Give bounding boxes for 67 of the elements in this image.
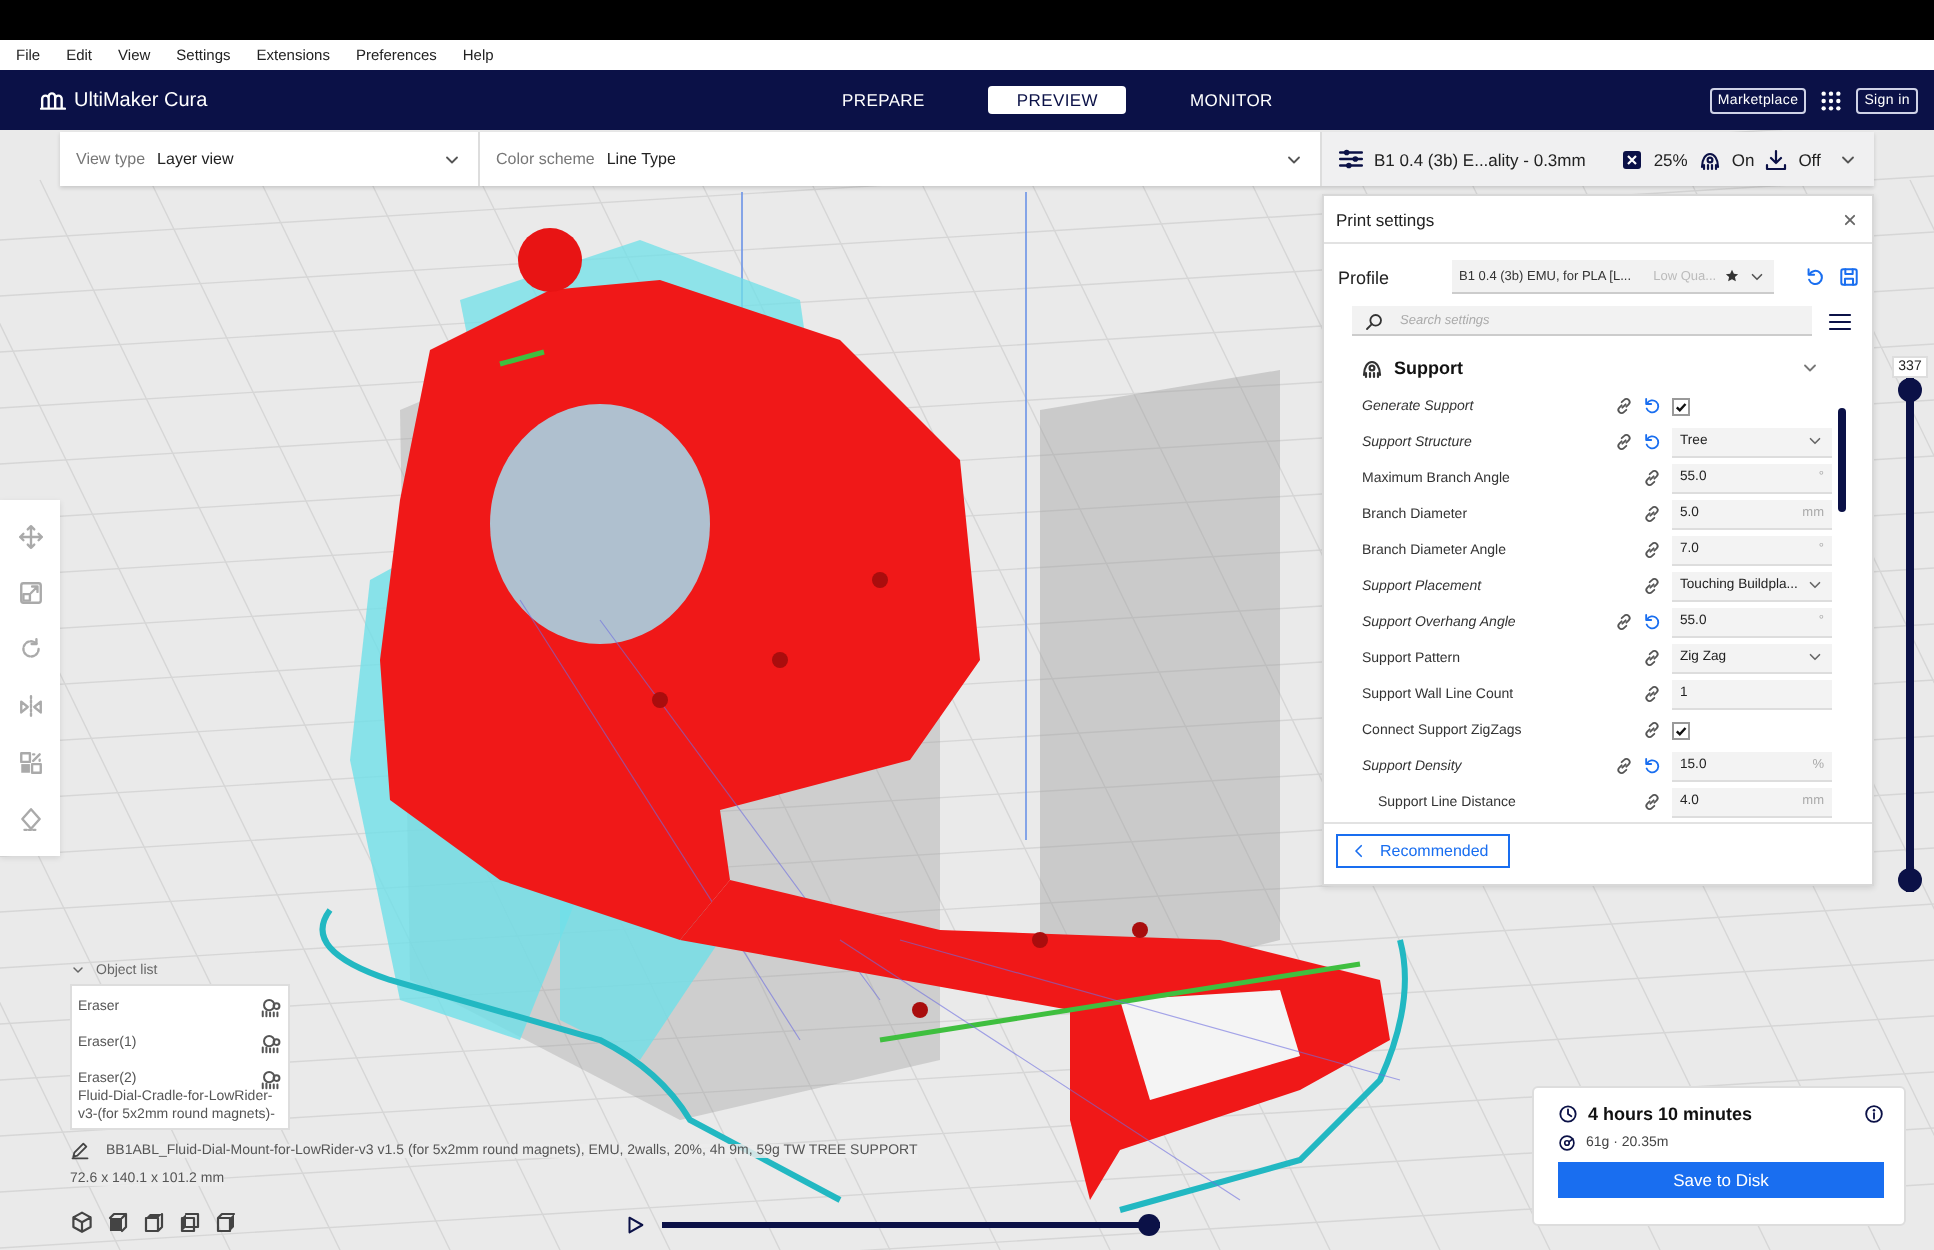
app-name: UltiMaker Cura <box>74 89 208 111</box>
link-icon[interactable] <box>1614 396 1634 416</box>
link-icon[interactable] <box>1614 756 1634 776</box>
3d-view-icon[interactable] <box>70 1210 94 1234</box>
print-time: 4 hours 10 minutes <box>1588 1104 1753 1124</box>
link-icon[interactable] <box>1642 540 1662 560</box>
checkbox[interactable] <box>1672 397 1690 415</box>
print-setup-bar[interactable]: B1 0.4 (3b) E...ality - 0.3mm 25% On Off <box>1322 132 1874 186</box>
link-icon[interactable] <box>1642 504 1662 524</box>
link-icon[interactable] <box>1642 576 1662 596</box>
link-icon[interactable] <box>1642 648 1662 668</box>
logo-icon <box>40 87 66 113</box>
spool-icon <box>1558 1134 1576 1152</box>
reset-icon[interactable] <box>1642 756 1662 776</box>
adhesion-icon <box>1764 147 1789 171</box>
eraser-icon <box>260 1031 282 1053</box>
menu-icon[interactable] <box>1828 309 1852 333</box>
top-view-icon[interactable] <box>142 1210 166 1234</box>
infill-icon <box>1619 147 1644 171</box>
link-icon[interactable] <box>1614 612 1634 632</box>
category-header[interactable]: Support <box>1324 336 1872 380</box>
profile-label: Profile <box>1338 267 1392 287</box>
caret-icon <box>1806 576 1824 594</box>
stage-tab[interactable]: PREVIEW <box>988 86 1127 114</box>
color-scheme-dropdown[interactable]: Color scheme Line Type <box>480 132 1322 186</box>
caret-icon <box>1806 432 1824 450</box>
link-icon[interactable] <box>1614 432 1634 452</box>
reset-icon[interactable] <box>1804 266 1826 288</box>
caret-icon <box>1806 648 1824 666</box>
link-icon[interactable] <box>1642 720 1662 740</box>
view-type-dropdown[interactable]: View type Layer view <box>60 132 480 186</box>
link-icon[interactable] <box>1642 684 1662 704</box>
reset-icon[interactable] <box>1642 432 1662 452</box>
profile-summary: B1 0.4 (3b) E...ality - 0.3mm <box>1374 149 1586 169</box>
save-to-disk-button[interactable]: Save to Disk <box>1558 1162 1884 1198</box>
front-view-icon[interactable] <box>106 1210 130 1234</box>
stage-tab[interactable]: MONITOR <box>1162 86 1301 114</box>
sliders-icon <box>1338 146 1364 172</box>
recommended-button[interactable]: Recommended <box>1336 834 1511 868</box>
eraser-icon <box>260 995 282 1017</box>
play-icon[interactable] <box>624 1213 646 1235</box>
left-view-icon[interactable] <box>178 1210 202 1234</box>
panel-title: Print settings <box>1336 209 1435 229</box>
support-icon <box>1697 147 1722 171</box>
infill-value: 25% <box>1653 149 1688 169</box>
link-icon[interactable] <box>1642 468 1662 488</box>
info-icon[interactable] <box>1864 1104 1884 1124</box>
search-icon <box>1364 312 1384 332</box>
checkbox[interactable] <box>1672 721 1690 739</box>
clock-icon <box>1558 1104 1578 1124</box>
pencil-icon[interactable] <box>70 1140 90 1160</box>
link-icon[interactable] <box>1642 792 1662 812</box>
reset-icon[interactable] <box>1642 396 1662 416</box>
support-icon <box>1360 356 1384 380</box>
support-value: On <box>1731 149 1755 169</box>
scrollbar[interactable] <box>1838 408 1846 512</box>
save-icon[interactable] <box>1838 266 1860 288</box>
adhesion-value: Off <box>1798 149 1821 169</box>
right-view-icon[interactable] <box>214 1210 238 1234</box>
apps-grid-icon[interactable] <box>1820 89 1843 111</box>
star-icon <box>1724 268 1741 284</box>
reset-icon[interactable] <box>1642 612 1662 632</box>
chevron-left-icon <box>1350 842 1368 860</box>
eraser-icon <box>260 1067 282 1089</box>
stage-tab[interactable]: PREPARE <box>814 86 953 114</box>
caret-icon <box>70 962 86 978</box>
close-icon[interactable] <box>1840 209 1860 229</box>
